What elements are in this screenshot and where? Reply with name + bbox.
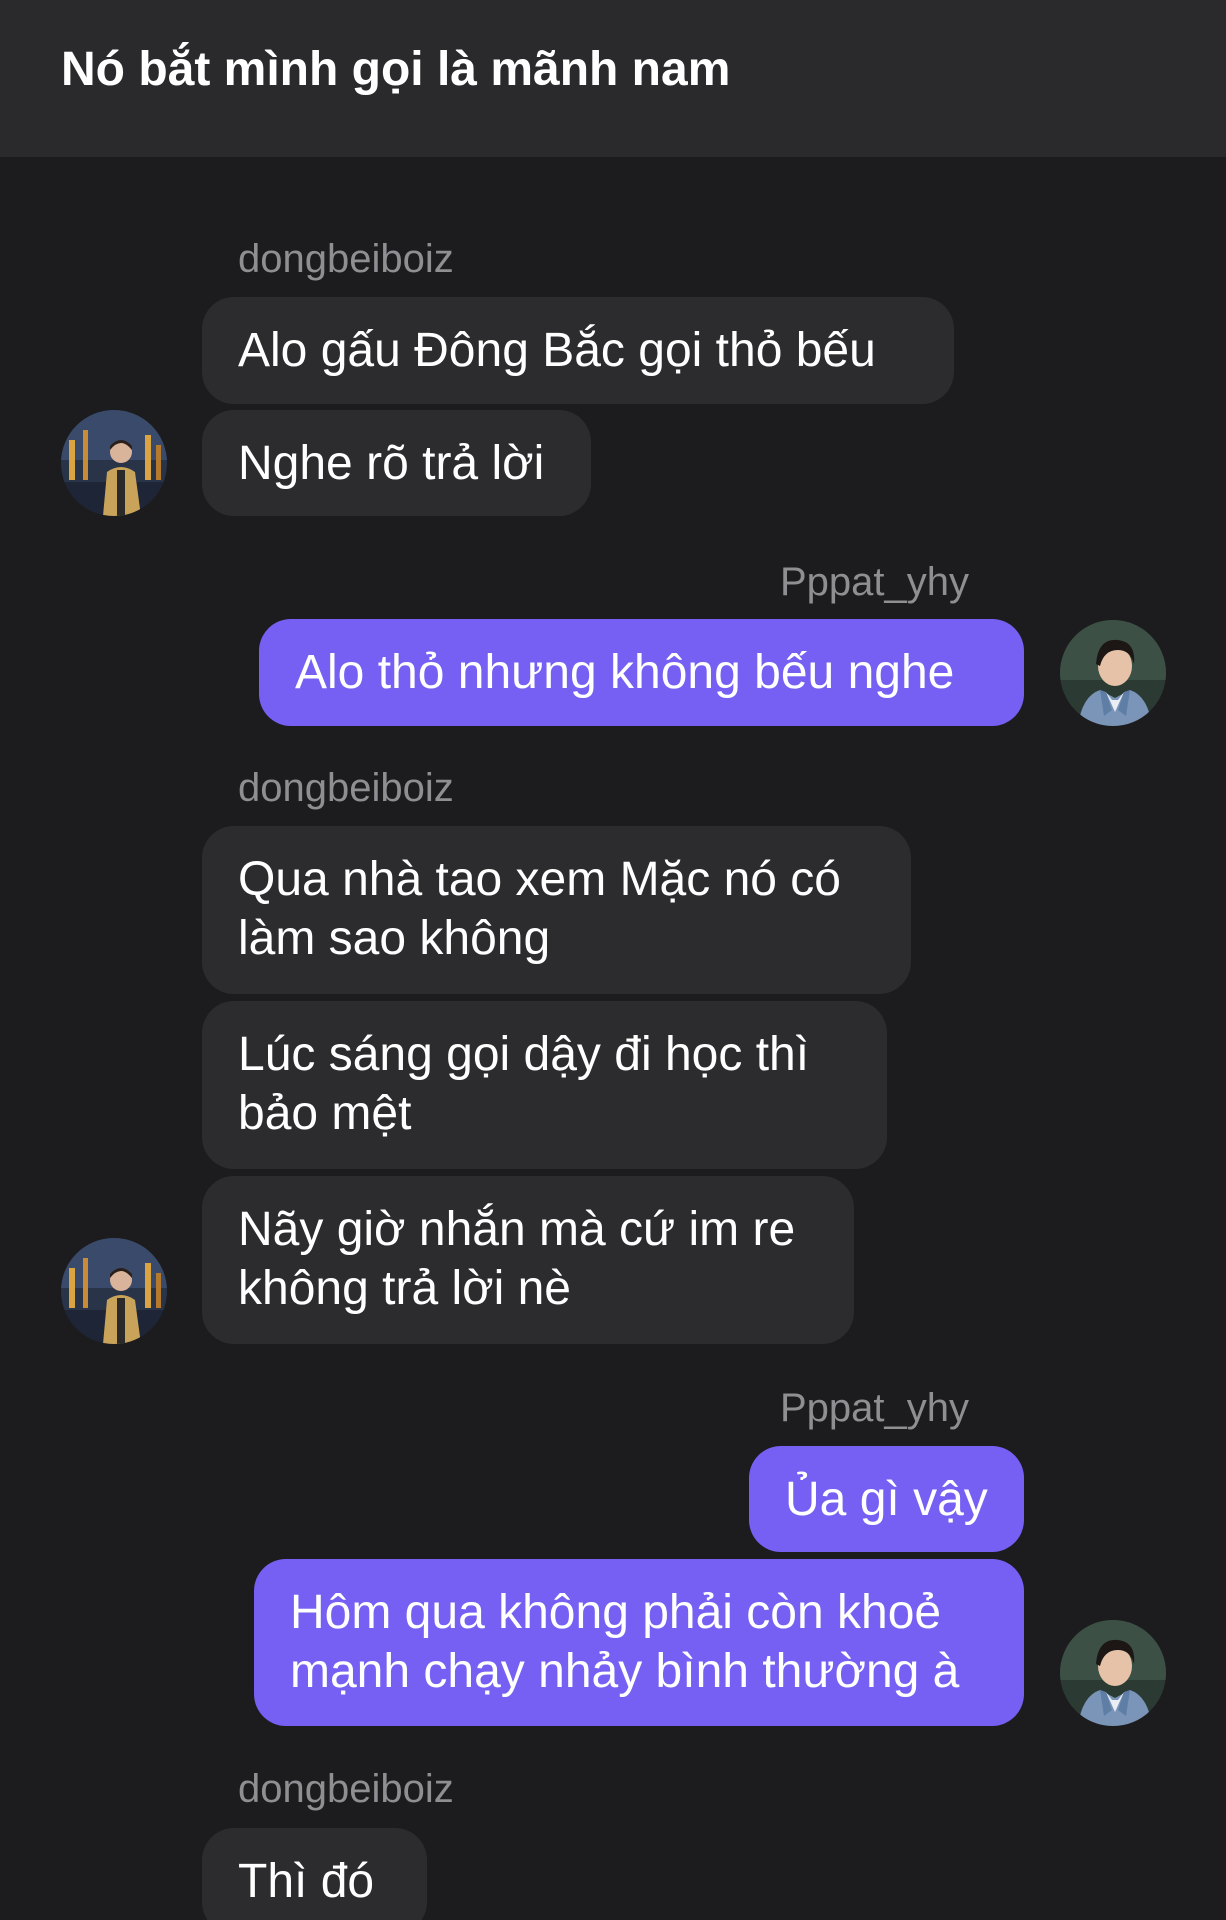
message-bubble-outgoing[interactable]: Ủa gì vậy [749,1446,1024,1552]
message-text: Lúc sáng gọi dậy đi học thì bảo mệt [238,1025,809,1143]
avatar-image [1060,620,1166,726]
avatar-dongbeiboiz[interactable] [61,1238,167,1344]
message-bubble-incoming[interactable]: Nãy giờ nhắn mà cứ im re không trả lời n… [202,1176,854,1344]
avatar-pppat-yhy[interactable] [1060,620,1166,726]
message-bubble-outgoing[interactable]: Hôm qua không phải còn khoẻ mạnh chạy nh… [254,1559,1024,1726]
chat-header: Nó bắt mình gọi là mãnh nam [0,0,1226,157]
sender-name: dongbeiboiz [238,237,454,281]
message-bubble-outgoing[interactable]: Alo thỏ nhưng không bếu nghe [259,619,1024,726]
sender-name: dongbeiboiz [238,766,454,810]
message-line: mạnh chạy nhảy bình thường à [290,1645,960,1698]
message-bubble-incoming[interactable]: Lúc sáng gọi dậy đi học thì bảo mệt [202,1001,887,1169]
avatar-image [61,1238,167,1344]
message-text: Nãy giờ nhắn mà cứ im re không trả lời n… [238,1200,795,1318]
message-line: làm sao không [238,912,551,965]
message-line: Qua nhà tao xem Mặc nó có [238,853,841,906]
message-line: Hôm qua không phải còn khoẻ [290,1586,942,1639]
message-text: Hôm qua không phải còn khoẻ mạnh chạy nh… [290,1583,959,1701]
sender-name: dongbeiboiz [238,1767,454,1811]
message-line: Lúc sáng gọi dậy đi học thì [238,1028,810,1081]
message-bubble-incoming[interactable]: Qua nhà tao xem Mặc nó có làm sao không [202,826,911,994]
avatar-pppat-yhy[interactable] [1060,1620,1166,1726]
message-line: bảo mệt [238,1087,412,1140]
message-line: Nãy giờ nhắn mà cứ im re [238,1203,796,1256]
sender-name: Pppat_yhy [780,560,970,604]
message-bubble-incoming[interactable]: Nghe rõ trả lời [202,410,591,516]
chat-screen: Nó bắt mình gọi là mãnh nam dongbeiboiz … [0,0,1226,1920]
message-line: không trả lời nè [238,1262,571,1315]
avatar-image [1060,1620,1166,1726]
sender-name: Pppat_yhy [780,1386,970,1430]
message-bubble-incoming[interactable]: Thì đó [202,1828,427,1920]
avatar-dongbeiboiz[interactable] [61,410,167,516]
message-bubble-incoming[interactable]: Alo gấu Đông Bắc gọi thỏ bếu [202,297,954,404]
avatar-image [61,410,167,516]
chat-title: Nó bắt mình gọi là mãnh nam [61,43,731,96]
message-text: Qua nhà tao xem Mặc nó có làm sao không [238,850,841,968]
